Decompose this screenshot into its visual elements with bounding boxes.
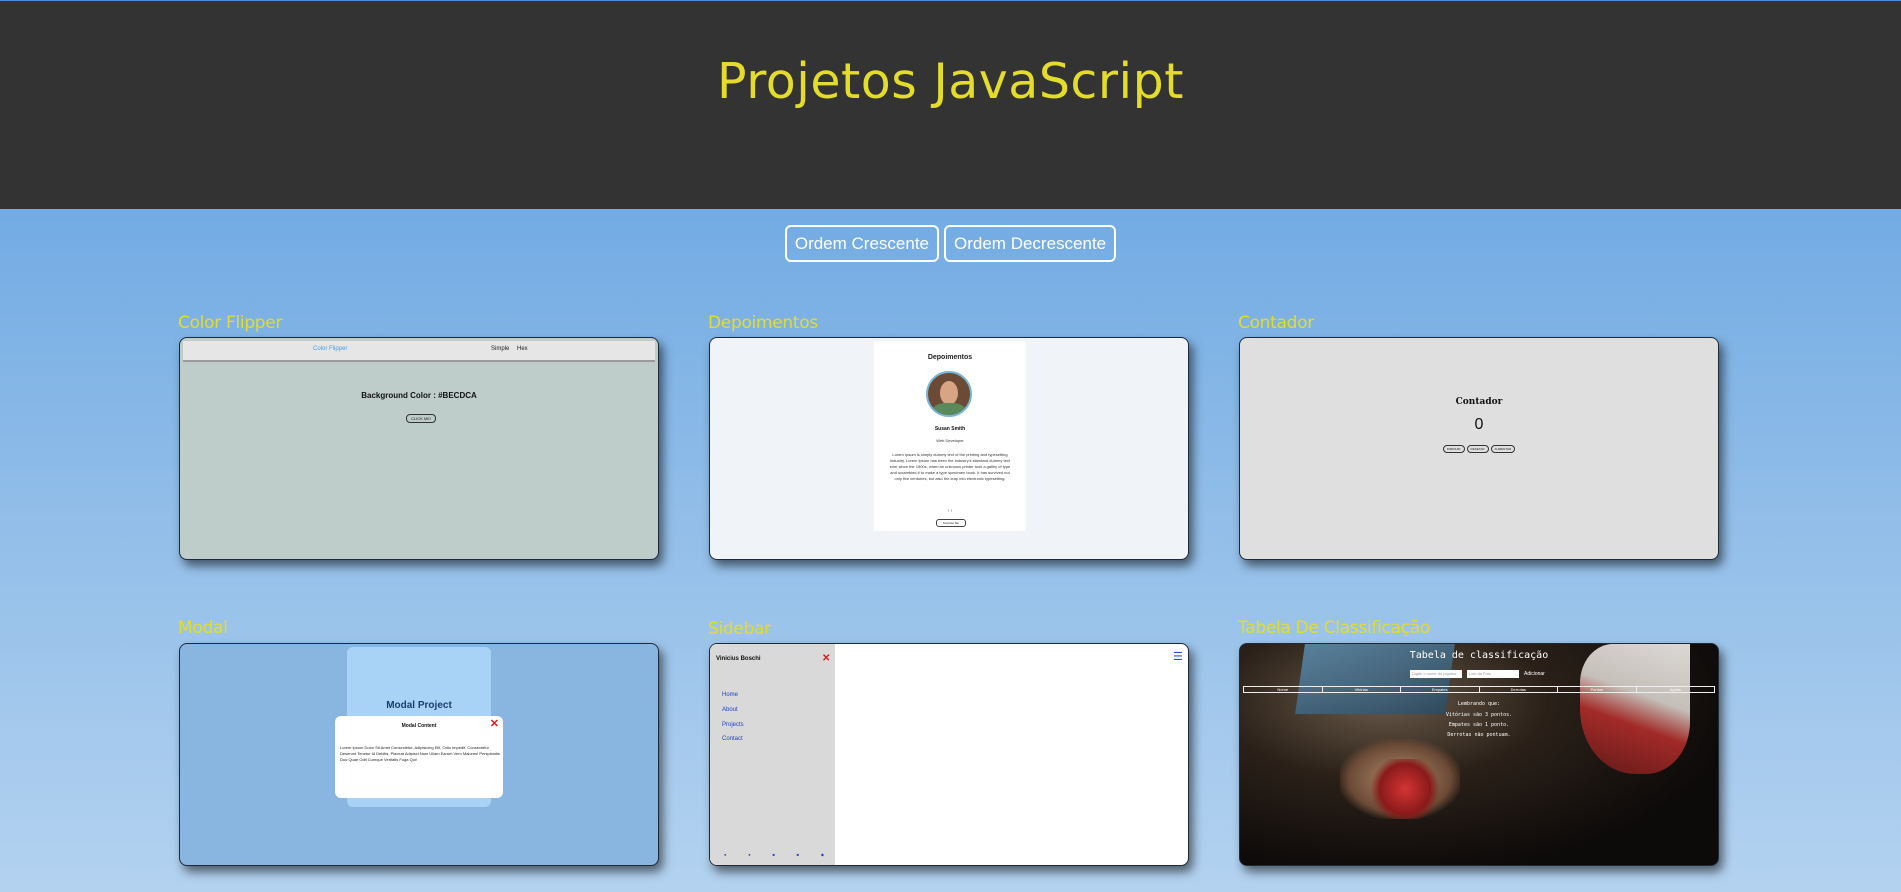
rules-line: Derrotas não pontuam. — [1447, 732, 1511, 738]
sidebar-item-contact: Contact — [722, 736, 743, 742]
surprise-button: Surprise Me — [936, 519, 966, 527]
column-header: Empates — [1401, 687, 1480, 692]
sidebar-item-about: About — [722, 707, 738, 713]
project-card-contador[interactable]: Contador 0 DIMINUIR RESETAR AUMENTAR — [1239, 337, 1719, 560]
color-flipper-button: CLICK ME! — [406, 414, 436, 423]
leaderboard-title: Tabela de classificação — [1409, 650, 1549, 661]
color-flipper-navbar: Color Flipper Simple Hex — [183, 341, 655, 362]
rules-line: Empates são 1 ponto. — [1448, 722, 1510, 728]
counter-title: Contador — [1455, 397, 1503, 407]
modal-dialog: ✕ Modal Content Lorem Ipsum Dolor Sit Am… — [335, 716, 503, 798]
gamer-jersey-image — [1580, 644, 1690, 774]
player-name-input: Digite o nome do jogador — [1410, 670, 1462, 678]
avatar — [926, 371, 972, 417]
project-title-depoimentos: Depoimentos — [708, 313, 818, 333]
project-title-modal: Modal — [178, 618, 228, 638]
sidebar-brand: Vinicius Boschi — [716, 656, 761, 662]
sketch-icon: ◆ — [820, 852, 824, 857]
project-card-color-flipper[interactable]: Color Flipper Simple Hex Background Colo… — [179, 337, 659, 560]
decrease-button: DIMINUIR — [1442, 445, 1465, 453]
reset-button: RESETAR — [1466, 445, 1489, 453]
column-header: Pontos — [1558, 687, 1637, 692]
close-icon: ✕ — [822, 653, 831, 664]
increase-button: AUMENTAR — [1490, 445, 1516, 453]
sidebar-panel: Vinicius Boschi ✕ Home About Projects Co… — [710, 644, 835, 865]
testimonial-text: Lorem Ipsum is simply dummy text of the … — [889, 452, 1011, 481]
photo-link-input: Link da Foto — [1467, 670, 1519, 678]
testimonial-name: Susan Smith — [934, 426, 966, 432]
project-title-contador: Contador — [1238, 313, 1314, 333]
page-header: Projetos JavaScript — [0, 0, 1901, 209]
color-flipper-nav-simple: Simple — [491, 346, 510, 352]
add-button: Adicionar — [1524, 671, 1545, 677]
column-header: Vitórias — [1323, 687, 1401, 692]
avatar-shirt — [932, 403, 966, 415]
counter-buttons: DIMINUIR RESETAR AUMENTAR — [1240, 445, 1718, 453]
project-card-depoimentos[interactable]: Depoimentos Susan Smith Web Developer Lo… — [709, 337, 1189, 560]
rules-line: Lembrando que: — [1457, 701, 1501, 707]
color-flipper-nav-hex: Hex — [517, 346, 528, 352]
facebook-icon: ● — [724, 852, 727, 857]
testimonial-title: Depoimentos — [927, 354, 973, 361]
leaderboard-table-header: Nome Vitórias Empates Derrotas Pontos Aç… — [1243, 686, 1715, 693]
column-header: Ações — [1669, 687, 1681, 692]
counter-value: 0 — [1474, 416, 1484, 433]
project-title-tabela: Tabela De Classificação — [1238, 618, 1430, 638]
linkedin-icon: ■ — [796, 852, 800, 857]
testimonial-panel: Depoimentos Susan Smith Web Developer Lo… — [874, 341, 1026, 531]
rules-line: Vitórias são 3 pontos. — [1445, 712, 1513, 718]
page-title: Projetos JavaScript — [717, 53, 1184, 110]
project-card-modal[interactable]: Modal Project ✕ Modal Content Lorem Ipsu… — [179, 643, 659, 866]
column-header: Derrotas — [1480, 687, 1558, 692]
hamburger-menu-icon: ☰ — [1173, 651, 1183, 663]
project-card-tabela[interactable]: Tabela de classificação Digite o nome do… — [1239, 643, 1719, 866]
color-flipper-text: Background Color : #BECDCA — [361, 391, 477, 400]
sidebar-item-projects: Projects — [722, 722, 744, 728]
column-header: Nome — [1244, 687, 1323, 692]
sort-ascending-button[interactable]: Ordem Crescente — [784, 225, 940, 262]
sort-bar: Ordem Crescente Ordem Decrescente — [0, 225, 1901, 262]
sidebar-item-home: Home — [722, 692, 739, 698]
sort-descending-button[interactable]: Ordem Decrescente — [944, 225, 1117, 262]
project-title-sidebar: Sidebar — [708, 619, 771, 639]
twitter-icon: ● — [748, 852, 751, 857]
modal-project-title: Modal Project — [386, 700, 452, 711]
chevron-arrows-icon: ‹ › — [947, 508, 953, 514]
modal-text: Lorem Ipsum Dolor Sit Amet Consectetur, … — [340, 745, 500, 762]
behance-icon: ■ — [772, 852, 775, 857]
project-card-sidebar[interactable]: Vinicius Boschi ✕ Home About Projects Co… — [709, 643, 1189, 866]
social-icons: ● ● ■ ■ ◆ — [724, 852, 824, 857]
gamer-back-image — [1370, 759, 1440, 819]
project-title-color-flipper: Color Flipper — [178, 313, 283, 333]
modal-content-title: Modal Content — [401, 723, 437, 729]
avatar-face — [940, 381, 958, 405]
color-flipper-brand: Color Flipper — [313, 346, 348, 352]
testimonial-job: Web Developer — [936, 438, 964, 443]
